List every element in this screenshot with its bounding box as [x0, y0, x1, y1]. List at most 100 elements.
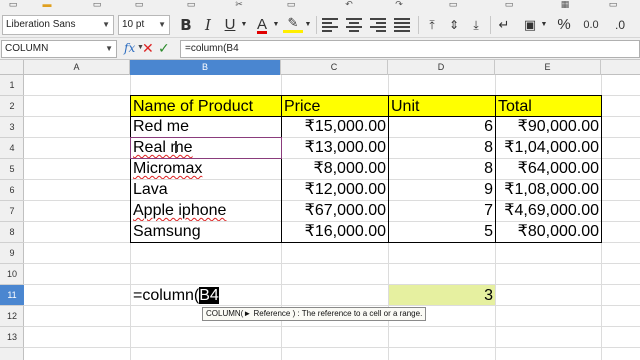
chevron-down-icon[interactable]: ▼: [272, 15, 280, 35]
table-cell-price[interactable]: ₹15,000.00: [282, 116, 388, 137]
paste-icon[interactable]: ▭: [282, 0, 300, 9]
table-cell-unit[interactable]: 7: [389, 200, 495, 221]
row-header-2[interactable]: 2: [0, 96, 24, 117]
column-header-e[interactable]: E: [495, 60, 601, 75]
formula-input[interactable]: =column(B4: [180, 40, 640, 58]
row-header-11[interactable]: 11: [0, 285, 24, 306]
column-header-d[interactable]: D: [388, 60, 495, 75]
table-cell-name[interactable]: Real me: [131, 137, 281, 158]
row-header-8[interactable]: 8: [0, 222, 24, 243]
table-cell-name[interactable]: Lava: [131, 179, 281, 200]
grid-icon[interactable]: ▦: [556, 0, 574, 9]
table-cell-name[interactable]: Micromax: [131, 158, 281, 179]
accept-icon[interactable]: ✓: [158, 40, 170, 57]
align-top-icon[interactable]: ⤒: [422, 15, 442, 35]
row-header-4[interactable]: 4: [0, 138, 24, 159]
chevron-down-icon[interactable]: ▼: [158, 16, 166, 34]
function-wizard-icon[interactable]: fx: [124, 41, 135, 55]
formula-edit-reference: B4: [199, 287, 219, 304]
export-icon[interactable]: ▭: [130, 0, 148, 9]
table-cell-price[interactable]: ₹13,000.00: [282, 137, 388, 158]
align-middle-icon[interactable]: ⇕: [444, 15, 464, 35]
table-cell-name[interactable]: Apple iphone: [131, 200, 281, 221]
column-header-c[interactable]: C: [281, 60, 388, 75]
bold-icon[interactable]: B: [176, 15, 196, 35]
find-icon[interactable]: ▭: [444, 0, 462, 9]
print-icon[interactable]: ▭: [182, 0, 200, 9]
row-header-12[interactable]: 12: [0, 306, 24, 327]
new-icon[interactable]: ▭: [4, 0, 22, 9]
table-header-unit[interactable]: Unit: [388, 95, 496, 117]
column-header-a[interactable]: A: [24, 60, 130, 75]
underline-icon[interactable]: U: [220, 15, 240, 35]
save-icon[interactable]: ▭: [88, 0, 106, 9]
row-header-6[interactable]: 6: [0, 180, 24, 201]
toolbar-top-strip: ▭ ▬ ▭ ▭ ▭ ✂ ▭ ↶ ↷ ▭ ▭ ▦ ▭: [0, 0, 640, 9]
row-header-9[interactable]: 9: [0, 243, 24, 264]
number-format-icon[interactable]: ▣: [520, 15, 540, 35]
table-cell-unit[interactable]: 8: [389, 158, 495, 179]
italic-icon[interactable]: I: [198, 15, 218, 35]
chevron-down-icon[interactable]: ▼: [304, 15, 312, 35]
font-color-icon[interactable]: A: [252, 15, 272, 35]
table-cell-price[interactable]: ₹67,000.00: [282, 200, 388, 221]
align-left-icon[interactable]: [322, 18, 338, 32]
table-header-total[interactable]: Total: [495, 95, 602, 117]
justify-icon[interactable]: [394, 18, 410, 32]
spreadsheet-grid[interactable]: Name of Product Price Unit Total Red me …: [24, 75, 640, 360]
spelling-icon[interactable]: ▭: [500, 0, 518, 9]
align-right-icon[interactable]: [370, 18, 386, 32]
open-icon[interactable]: ▬: [38, 0, 56, 9]
table-cell-total[interactable]: ₹64,000.00: [496, 158, 601, 179]
font-size-box[interactable]: 10 pt ▼: [118, 15, 170, 35]
percent-icon[interactable]: %: [554, 15, 574, 35]
table-header-name[interactable]: Name of Product: [130, 95, 282, 117]
table-cell-unit[interactable]: 6: [389, 116, 495, 137]
name-box[interactable]: COLUMN ▼: [1, 40, 117, 58]
table-cell-total[interactable]: ₹4,69,000.00: [496, 200, 601, 221]
row-header-7[interactable]: 7: [0, 201, 24, 222]
row-header-1[interactable]: 1: [0, 75, 24, 96]
row-header-5[interactable]: 5: [0, 159, 24, 180]
table-header-price[interactable]: Price: [281, 95, 389, 117]
formula-edit-cell[interactable]: =column(B4: [131, 285, 219, 306]
table-cell-unit[interactable]: 9: [389, 179, 495, 200]
add-decimal-icon[interactable]: .0: [610, 15, 630, 35]
chevron-down-icon[interactable]: ▼: [102, 16, 110, 34]
chevron-down-icon[interactable]: ▼: [240, 15, 248, 35]
row-header-13[interactable]: 13: [0, 327, 24, 348]
formula-edit-prefix: =column(: [133, 287, 200, 304]
cut-icon[interactable]: ✂: [230, 0, 248, 9]
table-cell-name[interactable]: Samsung: [131, 221, 281, 242]
table-cell-total[interactable]: ₹1,08,000.00: [496, 179, 601, 200]
table-cell-total[interactable]: ₹90,000.00: [496, 116, 601, 137]
gridline: [24, 305, 640, 306]
undo-icon[interactable]: ↶: [340, 0, 358, 9]
chevron-down-icon[interactable]: ▼: [540, 15, 548, 35]
font-name-box[interactable]: Liberation Sans ▼: [2, 15, 114, 35]
table-cell-price[interactable]: ₹16,000.00: [282, 221, 388, 242]
select-all-corner[interactable]: [0, 60, 24, 75]
table-cell-name[interactable]: Red me: [131, 116, 281, 137]
column-header-b[interactable]: B: [130, 60, 281, 75]
sort-icon[interactable]: ▭: [604, 0, 622, 9]
result-cell[interactable]: 3: [389, 285, 495, 306]
table-cell-unit[interactable]: 8: [389, 137, 495, 158]
table-cell-total[interactable]: ₹80,000.00: [496, 221, 601, 242]
table-cell-price[interactable]: ₹12,000.00: [282, 179, 388, 200]
row-header-3[interactable]: 3: [0, 117, 24, 138]
table-cell-unit[interactable]: 5: [389, 221, 495, 242]
table-cell-name-text: Micromax: [133, 160, 203, 177]
gridline: [24, 326, 640, 327]
table-cell-total[interactable]: ₹1,04,000.00: [496, 137, 601, 158]
chevron-down-icon[interactable]: ▼: [105, 41, 113, 57]
table-cell-price[interactable]: ₹8,000.00: [282, 158, 388, 179]
highlight-icon[interactable]: ✎: [283, 15, 303, 33]
wrap-text-icon[interactable]: ↵: [494, 15, 514, 35]
redo-icon[interactable]: ↷: [390, 0, 408, 9]
align-center-icon[interactable]: [346, 18, 362, 32]
align-bottom-icon[interactable]: ⤓: [466, 15, 486, 35]
row-header-10[interactable]: 10: [0, 264, 24, 285]
decimal-icon[interactable]: 0.0: [578, 15, 604, 35]
cancel-icon[interactable]: ✕: [142, 40, 154, 57]
